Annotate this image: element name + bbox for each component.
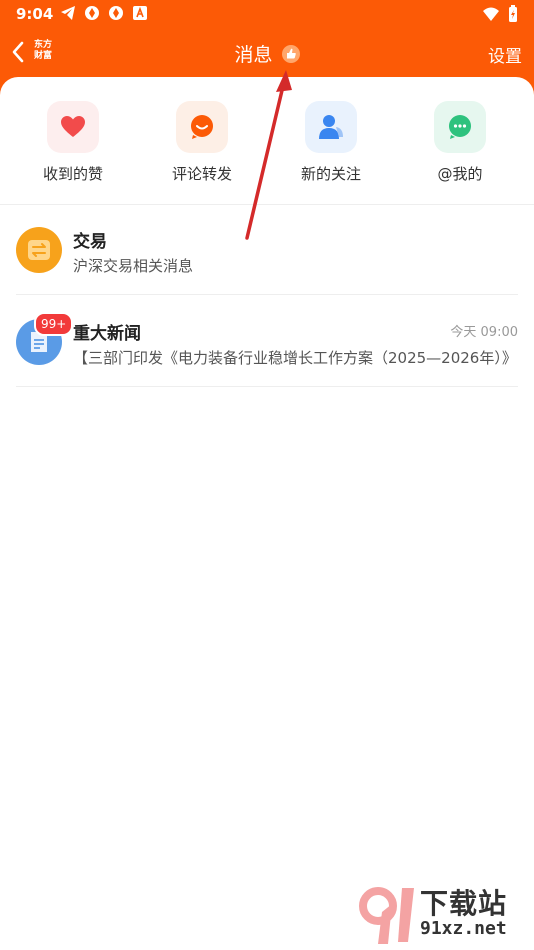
watermark-logo-icon [359, 887, 414, 944]
settings-button[interactable]: 设置 [488, 42, 522, 67]
quick-action-mentions[interactable]: @我的 [405, 101, 515, 184]
unread-count-badge: 99+ [34, 312, 74, 336]
aperture-icon-2 [108, 5, 124, 21]
heart-icon [47, 101, 99, 153]
status-right-icons [482, 5, 518, 27]
site-watermark: 下载站 91xz.net [358, 882, 528, 946]
user-follow-icon [305, 101, 357, 153]
app-a-icon [132, 5, 148, 21]
message-preview: 沪深交易相关消息 [73, 257, 194, 275]
quick-action-likes[interactable]: 收到的赞 [18, 101, 128, 184]
row-divider [16, 386, 518, 387]
battery-icon [508, 5, 518, 27]
wifi-icon [482, 6, 500, 26]
chat-dots-icon [434, 101, 486, 153]
message-time: 今天 09:00 [450, 325, 518, 340]
message-item-news[interactable]: 99+ 重大新闻 今天 09:00 【三部门印发《电力装备行业稳增长工作方案（2… [16, 297, 518, 387]
exchange-icon [16, 227, 62, 273]
row-divider [16, 294, 518, 295]
quick-action-label: 收到的赞 [42, 165, 103, 183]
message-preview: 【三部门印发《电力装备行业稳增长工作方案（2025—2026年）》 [73, 349, 517, 367]
status-bar: 9:04 [0, 0, 534, 28]
status-notification-icons [60, 5, 148, 21]
aperture-icon [84, 5, 100, 21]
quick-action-label: @我的 [437, 165, 483, 183]
watermark-text: 下载站 [420, 887, 508, 920]
status-time: 9:04 [16, 5, 54, 23]
telegram-icon [60, 5, 76, 21]
message-title: 重大新闻 [73, 324, 141, 344]
watermark-url: 91xz.net [420, 918, 507, 939]
comment-smile-icon [176, 101, 228, 153]
message-title: 交易 [73, 232, 107, 252]
red-arrow-annotation [245, 70, 292, 240]
